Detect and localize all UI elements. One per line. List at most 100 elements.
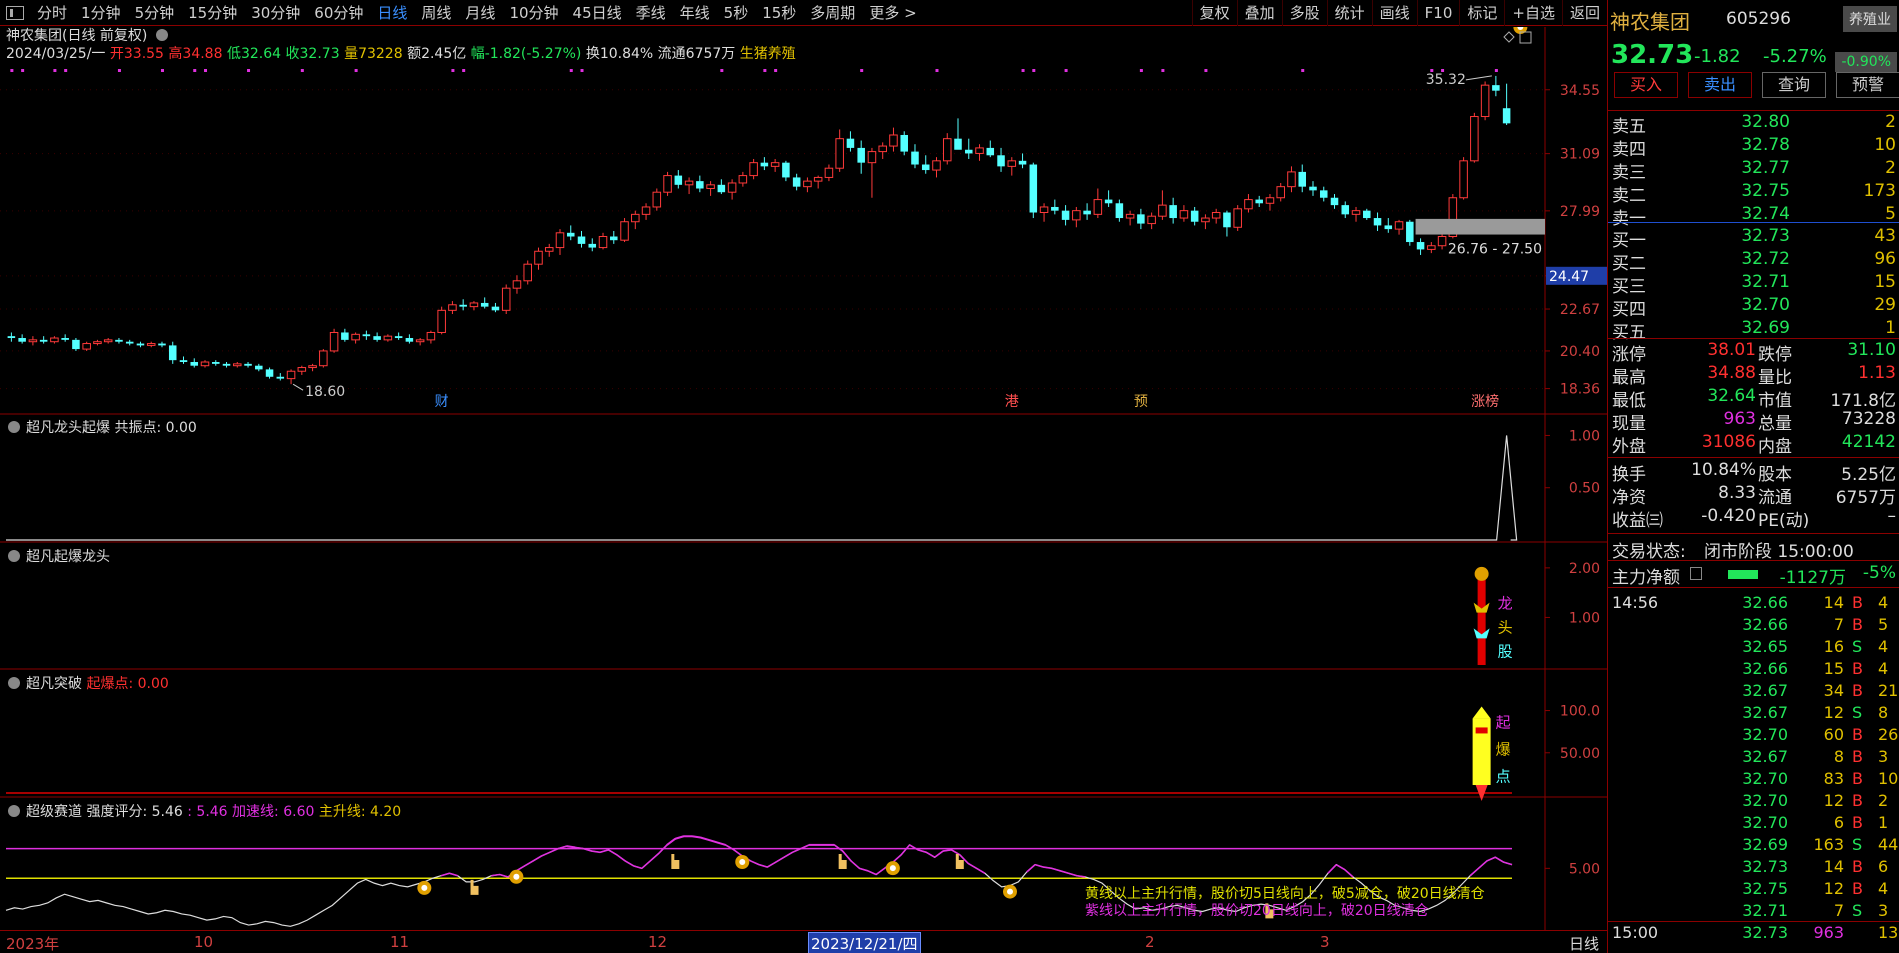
candle-body [1072,210,1081,221]
period-tab[interactable]: 1分钟 [74,0,128,26]
candle-body [491,306,500,311]
tick-side: B [1852,813,1863,832]
signal-dot [860,69,864,72]
period-tab[interactable]: 更多 > [862,0,923,26]
period-tab[interactable]: 周线 [414,0,458,26]
period-tab[interactable]: 多周期 [803,0,862,26]
toolbar-button[interactable]: 统计 [1326,0,1372,26]
period-tab[interactable]: 60分钟 [307,0,370,26]
candle-body [900,134,908,152]
tick-price: 32.69 [1742,835,1788,854]
divider [1608,110,1899,111]
sector-badge[interactable]: 养殖业 [1843,6,1897,32]
event-marker: 港 [1005,394,1019,410]
bid-row[interactable]: 买二 32.72 96 [1608,249,1899,274]
ask-price: 32.75 [1741,181,1790,201]
tick-volume: 6 [1833,813,1844,832]
toolbar-button[interactable]: F10 [1416,0,1460,26]
toolbar-button[interactable]: 画线 [1371,0,1417,26]
chart-canvas[interactable]: 34.55 31.09 27.99 24.47 22.67 20.40 18.36 35.32… [0,27,1607,930]
candle-body [28,339,38,343]
ask-volume: 5 [1885,204,1896,224]
bid-row[interactable]: 买四 32.70 29 [1608,295,1899,320]
candle-body [846,138,855,148]
candle-body [1104,199,1113,204]
collapse-icon[interactable] [8,550,20,562]
range-label: 幅 [470,46,485,62]
accel-value: 6.60 [283,804,315,820]
float-label: 流通 [657,46,686,62]
toolbar-button[interactable]: 多股 [1281,0,1327,26]
period-tab[interactable]: 10分钟 [502,0,565,26]
buy-button[interactable]: 买入 [1614,72,1678,98]
tick-volume: 163 [1813,835,1844,854]
candle-body [1093,199,1103,215]
divider [1608,587,1899,588]
vol-value: 73228 [358,46,403,62]
main-value: 4.20 [370,804,402,820]
period-tab[interactable]: 30分钟 [244,0,307,26]
period-tab[interactable]: 日线 [370,0,414,26]
tick-count: 4 [1878,637,1889,656]
bid-row[interactable]: 买一 32.73 43 [1608,226,1899,251]
period-tab[interactable]: 季线 [629,0,673,26]
ask-row[interactable]: 卖一 32.74 5 [1608,204,1899,229]
period-tab[interactable]: 分时 [30,0,74,26]
toolbar-button[interactable]: 叠加 [1236,0,1282,26]
bid-volume: 1 [1885,318,1896,338]
menu-icon[interactable] [6,5,24,20]
ohlc-info-line: 2024/03/25/一 开33.55 高34.88 低32.64 收32.73… [6,43,796,63]
list-icon[interactable] [1690,567,1702,580]
candle-body [1276,186,1285,199]
toolbar-right: 复权 叠加 多股 统计 画线 F10 标记 +自选 返回 [1191,0,1607,26]
strength-above-main [892,854,902,863]
period-tab[interactable]: 月线 [458,0,502,26]
strength-above-main [917,849,927,854]
tick-row: 32.70 6 B 1 [1608,813,1899,836]
period-tab[interactable]: 15分钟 [181,0,244,26]
toolbar-button[interactable]: +自选 [1504,0,1562,26]
period-tab[interactable]: 5分钟 [128,0,182,26]
toolbar-button[interactable]: 返回 [1561,0,1607,26]
stat-value: 10.84% [1691,460,1756,480]
collapse-icon[interactable] [8,805,20,817]
sell-button[interactable]: 卖出 [1688,72,1752,98]
collapse-icon[interactable] [8,421,20,433]
period-tab[interactable]: 45日线 [566,0,629,26]
candle-body [39,339,48,342]
ask-row[interactable]: 卖五 32.80 2 [1608,112,1899,137]
period-tab[interactable]: 5秒 [717,0,756,26]
ask-row[interactable]: 卖四 32.78 10 [1608,135,1899,160]
min-price-label: 18.60 [305,384,345,400]
alert-button[interactable]: 预警 [1836,72,1899,98]
ask-volume: 2 [1885,112,1896,132]
signal-dot [354,69,358,72]
tick-row: 32.70 83 B 10 [1608,769,1899,792]
ask-row[interactable]: 卖二 32.75 173 [1608,181,1899,206]
candle-body [351,333,360,341]
candle-body [696,181,704,189]
tick-count: 44 [1878,835,1899,854]
stat-row: 换手 10.84% 股本 5.25亿 [1608,460,1899,485]
candle-body [7,336,16,339]
net-flow-row: 主力净额 -1127万 -5% [1608,563,1899,588]
toolbar-button[interactable]: 标记 [1459,0,1504,26]
period-tab[interactable]: 年线 [673,0,717,26]
candle-body [1427,245,1436,250]
settings-icon[interactable] [155,29,168,41]
signal-label: 爆 [1496,740,1511,758]
tick-side: B [1852,659,1863,678]
period-tab[interactable]: 15秒 [755,0,803,26]
period-label[interactable]: 日线 [1569,933,1599,953]
candle-body [1190,210,1199,222]
candle-body [93,341,102,345]
toolbar-button[interactable]: 复权 [1191,0,1237,26]
query-button[interactable]: 查询 [1762,72,1826,98]
bid-row[interactable]: 买三 32.71 15 [1608,272,1899,297]
ask-label: 卖二 [1612,186,1646,206]
signal-dot [300,69,304,72]
ask-row[interactable]: 卖三 32.77 2 [1608,158,1899,183]
signal-dot [720,69,724,72]
strength-above-main [859,867,868,872]
collapse-icon[interactable] [8,677,20,689]
